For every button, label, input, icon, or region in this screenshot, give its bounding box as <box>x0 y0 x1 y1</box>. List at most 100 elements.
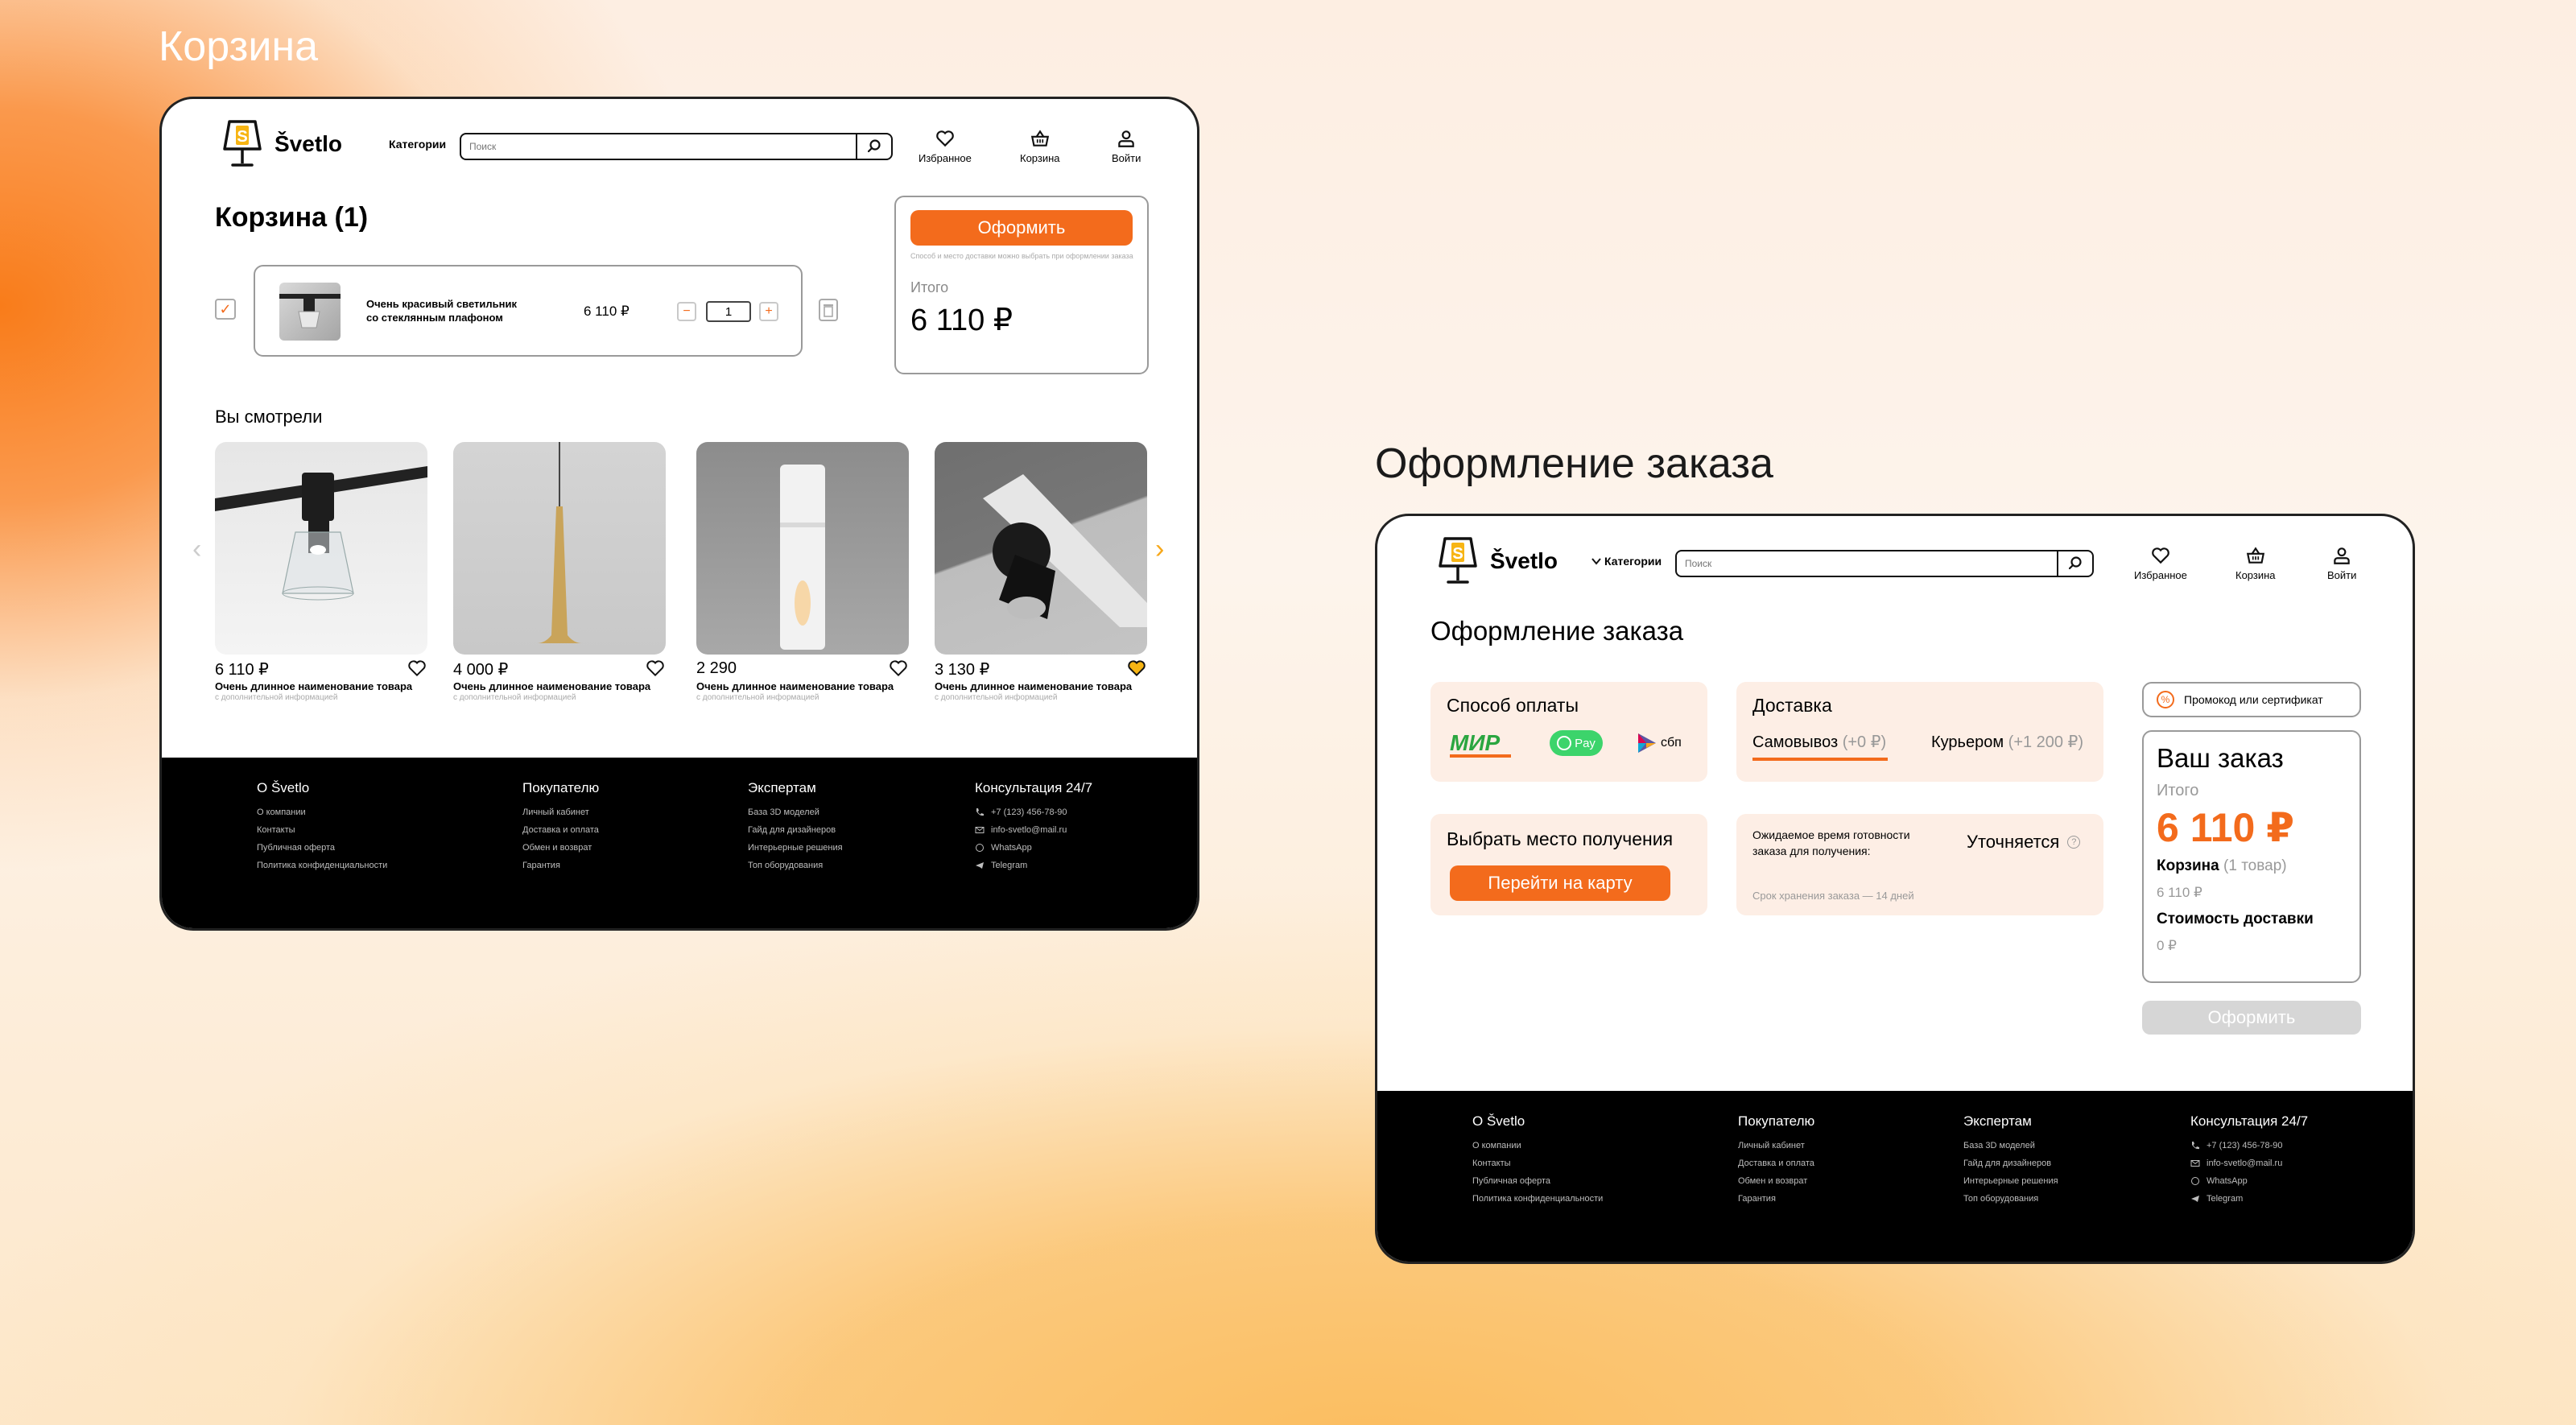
footer-link[interactable]: О компании <box>1472 1141 1603 1150</box>
pickup-tab[interactable]: Самовывоз (+0 ₽) <box>1752 732 1886 752</box>
footer-link[interactable]: Гайд для дизайнеров <box>748 825 843 835</box>
trash-icon[interactable] <box>819 299 838 321</box>
login-link[interactable]: Войти <box>1112 128 1141 164</box>
checkout-button[interactable]: Оформить <box>910 210 1133 246</box>
track-lamp-image <box>215 466 427 601</box>
cart-link[interactable]: Корзина <box>1020 128 1060 164</box>
product-name: Очень длинное наименование товара <box>453 680 651 692</box>
sberpay-label: Pay <box>1575 736 1596 750</box>
favorites-link[interactable]: Избранное <box>2134 545 2187 581</box>
search-input[interactable] <box>461 134 856 159</box>
footer-link[interactable]: Политика конфиденциальности <box>1472 1194 1603 1204</box>
categories-label: Категории <box>1604 555 1662 568</box>
phone-icon <box>2192 1142 2199 1150</box>
item-checkbox[interactable]: ✓ <box>215 299 236 320</box>
product-card[interactable]: 2 290 Очень длинное наименование товара … <box>696 442 909 702</box>
footer-link[interactable]: Личный кабинет <box>1738 1141 1814 1150</box>
footer-telegram[interactable]: Telegram <box>2190 1194 2308 1204</box>
phone-icon <box>976 808 984 816</box>
checkout-screen: S Švetlo Категории Избранное Корзина <box>1375 514 2415 1264</box>
search-input[interactable] <box>1677 551 2057 576</box>
sberpay-option[interactable]: Pay <box>1550 730 1603 756</box>
footer-link[interactable]: База 3D моделей <box>1963 1141 2058 1150</box>
footer-link[interactable]: Топ оборудования <box>748 861 843 870</box>
search-button[interactable] <box>2057 551 2092 576</box>
footer-whatsapp-text: WhatsApp <box>991 843 1032 853</box>
footer-whatsapp[interactable]: WhatsApp <box>975 843 1092 853</box>
search-button[interactable] <box>856 134 891 159</box>
footer-link[interactable]: Контакты <box>1472 1159 1603 1168</box>
favorites-label: Избранное <box>2134 569 2187 581</box>
footer-link[interactable]: О компании <box>257 808 387 817</box>
courier-label: Курьером <box>1931 733 2004 751</box>
footer-link[interactable]: Личный кабинет <box>522 808 599 817</box>
footer-email[interactable]: info-svetlo@mail.ru <box>2190 1159 2308 1168</box>
product-card[interactable]: 6 110 ₽ Очень длинное наименование товар… <box>215 442 427 702</box>
header: S Švetlo Категории Избранное Корзина Вой… <box>162 99 1197 188</box>
footer-link[interactable]: Гарантия <box>522 861 599 870</box>
footer-telegram[interactable]: Telegram <box>975 861 1092 870</box>
footer-link[interactable]: База 3D моделей <box>748 808 843 817</box>
cart-section-title: Корзина <box>159 23 319 70</box>
courier-tab[interactable]: Курьером (+1 200 ₽) <box>1931 732 2083 752</box>
footer-link[interactable]: Гайд для дизайнеров <box>1963 1159 2058 1168</box>
footer-link[interactable]: Топ оборудования <box>1963 1194 2058 1204</box>
favorites-link[interactable]: Избранное <box>919 128 972 164</box>
cart-item: Очень красивый светильник со стеклянным … <box>254 265 803 357</box>
pendant-lamp-image <box>537 442 582 643</box>
footer-link[interactable]: Публичная оферта <box>1472 1176 1603 1186</box>
footer-link[interactable]: Доставка и оплата <box>1738 1159 1814 1168</box>
checkout-submit-button[interactable]: Оформить <box>2142 1001 2361 1035</box>
qty-input[interactable]: 1 <box>706 301 751 322</box>
go-to-map-button[interactable]: Перейти на карту <box>1450 865 1670 901</box>
categories-menu[interactable]: Категории <box>1591 555 1662 568</box>
product-name: Очень длинное наименование товара <box>935 680 1133 692</box>
logo[interactable]: S Švetlo <box>1437 535 1558 587</box>
footer-link[interactable]: Контакты <box>257 825 387 835</box>
favorite-heart-icon[interactable] <box>645 658 666 679</box>
item-name-line2: со стеклянным плафоном <box>366 312 503 324</box>
footer-link[interactable]: Обмен и возврат <box>522 843 599 853</box>
footer-phone[interactable]: +7 (123) 456-78-90 <box>2190 1141 2308 1150</box>
favorite-heart-icon[interactable] <box>407 658 427 679</box>
product-subtitle: с дополнительной информацией <box>696 693 819 702</box>
product-name: Очень длинное наименование товара <box>215 680 413 692</box>
promo-code-button[interactable]: % Промокод или сертификат <box>2142 682 2361 717</box>
login-link[interactable]: Войти <box>2327 545 2356 581</box>
mail-icon <box>975 827 985 833</box>
footer-whatsapp[interactable]: WhatsApp <box>2190 1176 2308 1186</box>
item-name[interactable]: Очень красивый светильник со стеклянным … <box>366 297 517 324</box>
qty-minus-button[interactable]: − <box>677 302 696 321</box>
qty-plus-button[interactable]: + <box>759 302 778 321</box>
ready-time-card: Ожидаемое время готовности заказа для по… <box>1736 814 2103 915</box>
footer-phone[interactable]: +7 (123) 456-78-90 <box>975 808 1092 817</box>
footer-link[interactable]: Доставка и оплата <box>522 825 599 835</box>
info-icon[interactable]: ? <box>2067 836 2081 849</box>
footer-email[interactable]: info-svetlo@mail.ru <box>975 825 1092 835</box>
carousel-prev-icon[interactable]: ‹ <box>192 534 201 565</box>
sbp-option[interactable]: сбп <box>1637 732 1682 754</box>
footer-link[interactable]: Интерьерные решения <box>748 843 843 853</box>
product-card[interactable]: 3 130 ₽ Очень длинное наименование товар… <box>935 442 1147 702</box>
order-cart-sum: 6 110 ₽ <box>2157 885 2202 900</box>
footer-telegram-text: Telegram <box>991 861 1028 870</box>
item-thumbnail[interactable] <box>279 283 341 341</box>
order-cart-label: Корзина <box>2157 857 2219 874</box>
cart-link[interactable]: Корзина <box>2235 545 2276 581</box>
favorite-heart-icon[interactable] <box>1126 658 1147 679</box>
footer-link[interactable]: Гарантия <box>1738 1194 1814 1204</box>
product-card[interactable]: 4 000 ₽ Очень длинное наименование товар… <box>453 442 666 702</box>
categories-menu[interactable]: Категории <box>389 138 446 151</box>
favorite-heart-icon[interactable] <box>888 658 909 679</box>
mir-payment-option[interactable]: МИР <box>1450 730 1500 756</box>
footer-link[interactable]: Интерьерные решения <box>1963 1176 2058 1186</box>
footer-link[interactable]: Публичная оферта <box>257 843 387 853</box>
favorites-label: Избранное <box>919 152 972 164</box>
logo[interactable]: S Švetlo <box>221 118 342 170</box>
footer-col-title: Консультация 24/7 <box>975 780 1093 795</box>
carousel-next-icon[interactable]: › <box>1155 534 1164 565</box>
footer-link[interactable]: Политика конфиденциальности <box>257 861 387 870</box>
footer-link[interactable]: Обмен и возврат <box>1738 1176 1814 1186</box>
ready-time-label-line2: заказа для получения: <box>1752 845 1871 857</box>
cylinder-lamp-image <box>780 465 825 650</box>
